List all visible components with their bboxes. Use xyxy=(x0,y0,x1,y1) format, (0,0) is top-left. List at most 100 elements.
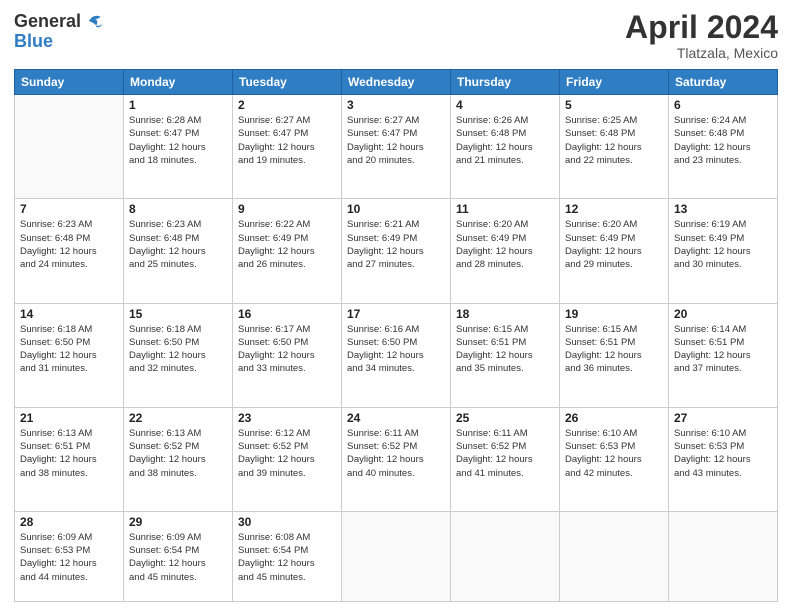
day-info: Sunrise: 6:15 AM Sunset: 6:51 PM Dayligh… xyxy=(565,323,663,376)
day-number: 3 xyxy=(347,98,445,112)
day-number: 11 xyxy=(456,202,554,216)
col-thursday: Thursday xyxy=(451,70,560,95)
subtitle: Tlatzala, Mexico xyxy=(625,45,778,61)
day-number: 1 xyxy=(129,98,227,112)
col-friday: Friday xyxy=(560,70,669,95)
logo-bird-icon xyxy=(83,10,105,32)
calendar-header-row: Sunday Monday Tuesday Wednesday Thursday… xyxy=(15,70,778,95)
table-row: 21Sunrise: 6:13 AM Sunset: 6:51 PM Dayli… xyxy=(15,407,124,511)
table-row: 4Sunrise: 6:26 AM Sunset: 6:48 PM Daylig… xyxy=(451,95,560,199)
table-row: 19 Sunrise: 6:15 AM Sunset: 6:51 PM Dayli… xyxy=(560,303,669,407)
day-info: Sunrise: 6:23 AM Sunset: 6:48 PM Dayligh… xyxy=(129,218,227,271)
table-row: 29 Sunrise: 6:09 AM Sunset: 6:54 PM Dayli… xyxy=(124,511,233,601)
day-info: Sunrise: 6:17 AM Sunset: 6:50 PM Dayligh… xyxy=(238,323,336,376)
day-info: Sunrise: 6:27 AM Sunset: 6:47 PM Dayligh… xyxy=(347,114,445,167)
day-number: 14 xyxy=(20,307,118,321)
table-row: 8Sunrise: 6:23 AM Sunset: 6:48 PM Daylig… xyxy=(124,199,233,303)
day-info: Sunrise: 6:10 AM Sunset: 6:53 PM Dayligh… xyxy=(565,427,663,480)
day-info: Sunrise: 6:11 AM Sunset: 6:52 PM Dayligh… xyxy=(456,427,554,480)
day-number: 21 xyxy=(20,411,118,425)
day-number: 27 xyxy=(674,411,772,425)
day-info: Sunrise: 6:21 AM Sunset: 6:49 PM Dayligh… xyxy=(347,218,445,271)
day-info: Sunrise: 6:19 AM Sunset: 6:49 PM Dayligh… xyxy=(674,218,772,271)
day-info: Sunrise: 6:10 AM Sunset: 6:53 PM Dayligh… xyxy=(674,427,772,480)
table-row: 18 Sunrise: 6:15 AM Sunset: 6:51 PM Dayli… xyxy=(451,303,560,407)
day-info: Sunrise: 6:27 AM Sunset: 6:47 PM Dayligh… xyxy=(238,114,336,167)
table-row xyxy=(669,511,778,601)
day-info: Sunrise: 6:12 AM Sunset: 6:52 PM Dayligh… xyxy=(238,427,336,480)
table-row: 17 Sunrise: 6:16 AM Sunset: 6:50 PM Dayli… xyxy=(342,303,451,407)
header: General Blue April 2024 Tlatzala, Mexico xyxy=(14,10,778,61)
day-number: 4 xyxy=(456,98,554,112)
day-number: 30 xyxy=(238,515,336,529)
day-number: 16 xyxy=(238,307,336,321)
table-row: 11 Sunrise: 6:20 AM Sunset: 6:49 PM Dayli… xyxy=(451,199,560,303)
day-number: 2 xyxy=(238,98,336,112)
table-row xyxy=(451,511,560,601)
day-info: Sunrise: 6:23 AM Sunset: 6:48 PM Dayligh… xyxy=(20,218,118,271)
day-number: 5 xyxy=(565,98,663,112)
day-info: Sunrise: 6:18 AM Sunset: 6:50 PM Dayligh… xyxy=(20,323,118,376)
day-number: 23 xyxy=(238,411,336,425)
day-info: Sunrise: 6:20 AM Sunset: 6:49 PM Dayligh… xyxy=(456,218,554,271)
day-number: 18 xyxy=(456,307,554,321)
table-row: 26Sunrise: 6:10 AM Sunset: 6:53 PM Dayli… xyxy=(560,407,669,511)
table-row: 1 Sunrise: 6:28 AM Sunset: 6:47 PM Daylig… xyxy=(124,95,233,199)
calendar-week-3: 14 Sunrise: 6:18 AM Sunset: 6:50 PM Dayli… xyxy=(15,303,778,407)
table-row: 22Sunrise: 6:13 AM Sunset: 6:52 PM Dayli… xyxy=(124,407,233,511)
table-row: 20 Sunrise: 6:14 AM Sunset: 6:51 PM Dayli… xyxy=(669,303,778,407)
table-row: 23 Sunrise: 6:12 AM Sunset: 6:52 PM Dayli… xyxy=(233,407,342,511)
day-number: 20 xyxy=(674,307,772,321)
day-info: Sunrise: 6:14 AM Sunset: 6:51 PM Dayligh… xyxy=(674,323,772,376)
table-row: 24Sunrise: 6:11 AM Sunset: 6:52 PM Dayli… xyxy=(342,407,451,511)
logo: General Blue xyxy=(14,10,105,50)
col-wednesday: Wednesday xyxy=(342,70,451,95)
logo-general: General xyxy=(14,12,81,30)
day-number: 28 xyxy=(20,515,118,529)
table-row: 5 Sunrise: 6:25 AM Sunset: 6:48 PM Daylig… xyxy=(560,95,669,199)
table-row xyxy=(560,511,669,601)
table-row: 9Sunrise: 6:22 AM Sunset: 6:49 PM Daylig… xyxy=(233,199,342,303)
table-row: 16 Sunrise: 6:17 AM Sunset: 6:50 PM Dayli… xyxy=(233,303,342,407)
col-saturday: Saturday xyxy=(669,70,778,95)
day-info: Sunrise: 6:20 AM Sunset: 6:49 PM Dayligh… xyxy=(565,218,663,271)
day-number: 7 xyxy=(20,202,118,216)
table-row: 28 Sunrise: 6:09 AM Sunset: 6:53 PM Dayli… xyxy=(15,511,124,601)
calendar-week-2: 7 Sunrise: 6:23 AM Sunset: 6:48 PM Daylig… xyxy=(15,199,778,303)
day-number: 17 xyxy=(347,307,445,321)
day-info: Sunrise: 6:13 AM Sunset: 6:52 PM Dayligh… xyxy=(129,427,227,480)
table-row: 3 Sunrise: 6:27 AM Sunset: 6:47 PM Daylig… xyxy=(342,95,451,199)
day-info: Sunrise: 6:28 AM Sunset: 6:47 PM Dayligh… xyxy=(129,114,227,167)
calendar-week-5: 28 Sunrise: 6:09 AM Sunset: 6:53 PM Dayli… xyxy=(15,511,778,601)
day-info: Sunrise: 6:15 AM Sunset: 6:51 PM Dayligh… xyxy=(456,323,554,376)
table-row xyxy=(15,95,124,199)
day-number: 29 xyxy=(129,515,227,529)
day-info: Sunrise: 6:25 AM Sunset: 6:48 PM Dayligh… xyxy=(565,114,663,167)
col-monday: Monday xyxy=(124,70,233,95)
day-number: 12 xyxy=(565,202,663,216)
table-row: 30 Sunrise: 6:08 AM Sunset: 6:54 PM Dayli… xyxy=(233,511,342,601)
col-tuesday: Tuesday xyxy=(233,70,342,95)
page: General Blue April 2024 Tlatzala, Mexico… xyxy=(0,0,792,612)
main-title: April 2024 xyxy=(625,10,778,45)
title-block: April 2024 Tlatzala, Mexico xyxy=(625,10,778,61)
day-number: 10 xyxy=(347,202,445,216)
day-info: Sunrise: 6:16 AM Sunset: 6:50 PM Dayligh… xyxy=(347,323,445,376)
table-row: 10 Sunrise: 6:21 AM Sunset: 6:49 PM Dayli… xyxy=(342,199,451,303)
col-sunday: Sunday xyxy=(15,70,124,95)
calendar-table: Sunday Monday Tuesday Wednesday Thursday… xyxy=(14,69,778,602)
day-info: Sunrise: 6:09 AM Sunset: 6:53 PM Dayligh… xyxy=(20,531,118,584)
calendar-week-1: 1 Sunrise: 6:28 AM Sunset: 6:47 PM Daylig… xyxy=(15,95,778,199)
table-row: 27 Sunrise: 6:10 AM Sunset: 6:53 PM Dayli… xyxy=(669,407,778,511)
calendar-week-4: 21Sunrise: 6:13 AM Sunset: 6:51 PM Dayli… xyxy=(15,407,778,511)
logo-blue: Blue xyxy=(14,32,53,50)
table-row: 25 Sunrise: 6:11 AM Sunset: 6:52 PM Dayli… xyxy=(451,407,560,511)
table-row: 7 Sunrise: 6:23 AM Sunset: 6:48 PM Daylig… xyxy=(15,199,124,303)
table-row: 13Sunrise: 6:19 AM Sunset: 6:49 PM Dayli… xyxy=(669,199,778,303)
day-info: Sunrise: 6:09 AM Sunset: 6:54 PM Dayligh… xyxy=(129,531,227,584)
table-row: 14 Sunrise: 6:18 AM Sunset: 6:50 PM Dayli… xyxy=(15,303,124,407)
day-number: 6 xyxy=(674,98,772,112)
day-number: 25 xyxy=(456,411,554,425)
day-info: Sunrise: 6:08 AM Sunset: 6:54 PM Dayligh… xyxy=(238,531,336,584)
day-number: 19 xyxy=(565,307,663,321)
